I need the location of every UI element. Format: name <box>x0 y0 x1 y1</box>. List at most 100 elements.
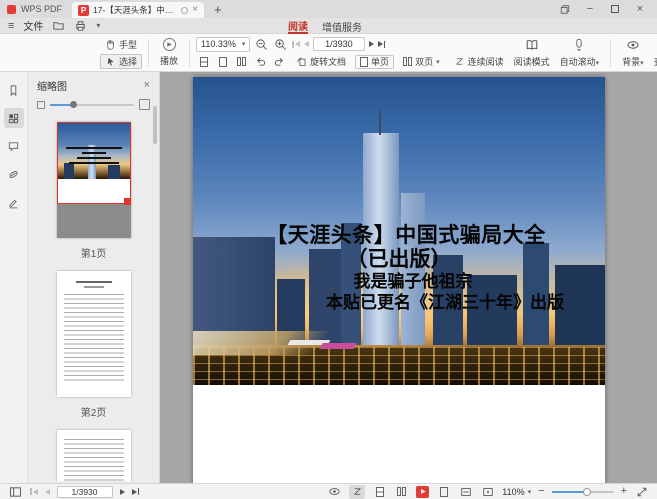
eye-icon <box>626 38 640 52</box>
titlebar: WPS PDF P 17-【天涯头条】中国式骗局 × + − × <box>0 0 657 18</box>
play-slideshow-button[interactable]: ▶ <box>416 486 429 498</box>
tab-value-added-services[interactable]: 增值服务 <box>322 18 362 34</box>
thumbnail-page-1[interactable] <box>57 122 131 238</box>
comments-panel-button[interactable] <box>4 136 24 156</box>
chevron-down-icon: ▾ <box>596 60 600 67</box>
continuous-reading-button[interactable]: 连续阅读 <box>449 55 509 69</box>
page-number-input[interactable] <box>57 486 113 498</box>
find-button[interactable]: 查找 <box>649 38 657 68</box>
file-menu[interactable]: 文件 <box>23 18 43 33</box>
actual-size-button[interactable] <box>480 485 495 499</box>
continuous-icon <box>352 486 363 497</box>
attachment-icon <box>7 168 20 181</box>
zoom-slider-handle[interactable] <box>583 488 591 496</box>
attachments-panel-button[interactable] <box>4 164 24 184</box>
hand-icon <box>105 39 116 50</box>
previous-page-button[interactable] <box>304 41 309 47</box>
comment-icon <box>7 140 20 153</box>
fit-page-button[interactable] <box>436 485 451 499</box>
play-circle-icon: ▶ <box>163 38 176 51</box>
quick-access-chevron-icon[interactable]: ▾ <box>96 21 100 30</box>
book-icon <box>525 38 539 52</box>
hand-tool-button[interactable]: 手型 <box>100 37 142 52</box>
doc-title-line-3: 我是骗子他祖宗 <box>207 271 605 292</box>
doc-title-line-2: （已出版） <box>193 247 605 271</box>
play-slideshow-button[interactable]: ▶ 播放 <box>155 38 183 67</box>
reading-mode-button[interactable]: 阅读模式 <box>509 38 555 68</box>
actual-size-button[interactable] <box>196 55 211 69</box>
chevron-down-icon: ▾ <box>242 40 246 48</box>
thumbnails-panel: 缩略图 × <box>28 72 160 483</box>
fit-width-button[interactable] <box>458 485 473 499</box>
new-tab-button[interactable]: + <box>214 3 222 16</box>
double-page-view-button[interactable] <box>394 485 409 499</box>
chevron-down-icon: ▾ <box>640 60 644 67</box>
zoom-level-dropdown[interactable]: 110.33% ▾ <box>196 37 250 52</box>
first-page-button[interactable] <box>30 488 38 495</box>
thumbnail-2-label: 第2页 <box>81 404 107 419</box>
toggle-sidebar-button[interactable] <box>8 485 23 499</box>
document-viewer[interactable]: 【天涯头条】中国式骗局大全 （已出版） 我是骗子他祖宗 本贴已更名《江湖三十年》… <box>160 72 657 483</box>
zoom-out-button[interactable]: − <box>538 486 544 497</box>
fit-width-button[interactable] <box>215 55 230 69</box>
next-page-button[interactable] <box>369 41 374 47</box>
doc-title-line-1: 【天涯头条】中国式骗局大全 <box>200 223 605 247</box>
zoom-in-button[interactable] <box>273 37 288 51</box>
auto-scroll-button[interactable]: 自动滚动▾ <box>555 38 605 68</box>
thumbnail-page-2[interactable] <box>57 271 131 397</box>
thumbnail-size-slider[interactable] <box>50 104 134 106</box>
slider-handle[interactable] <box>70 101 77 108</box>
tab-reading[interactable]: 阅读 <box>288 18 308 34</box>
zoom-out-button[interactable] <box>254 37 269 51</box>
thumbnail-page-3[interactable] <box>57 430 131 481</box>
single-page-icon <box>360 57 368 67</box>
thumbnails-icon <box>7 112 20 125</box>
last-page-button[interactable] <box>132 488 140 495</box>
single-page-view-button[interactable] <box>372 485 387 499</box>
visible-area-indicator <box>57 122 131 204</box>
previous-view-button[interactable] <box>253 55 268 69</box>
last-page-button[interactable] <box>378 41 386 48</box>
select-tool-button[interactable]: 选择 <box>100 54 142 69</box>
panel-scrollbar[interactable] <box>153 106 157 144</box>
signature-panel-button[interactable] <box>4 192 24 212</box>
panel-close-icon[interactable]: × <box>144 80 150 91</box>
doc-title-line-4: 本贴已更名《江湖三十年》出版 <box>239 292 605 313</box>
thumbnails-panel-button[interactable] <box>4 108 24 128</box>
next-view-button[interactable] <box>272 55 287 69</box>
close-window-icon[interactable]: × <box>635 4 645 14</box>
restore-window-icon[interactable] <box>560 4 570 14</box>
single-page-mode-button[interactable]: 单页 <box>355 55 394 69</box>
background-button[interactable]: 背景▾ <box>617 38 649 68</box>
document-tab[interactable]: P 17-【天涯头条】中国式骗局 × <box>72 2 204 18</box>
zoom-slider[interactable] <box>552 491 614 493</box>
document-page-image: 【天涯头条】中国式骗局大全 （已出版） 我是骗子他祖宗 本贴已更名《江湖三十年》… <box>193 77 605 385</box>
zoom-level-dropdown[interactable]: 110% ▾ <box>502 487 531 497</box>
next-page-button[interactable] <box>120 489 125 495</box>
pdf-page-1[interactable]: 【天涯头条】中国式骗局大全 （已出版） 我是骗子他祖宗 本贴已更名《江湖三十年》… <box>193 77 605 483</box>
main-menu-icon[interactable]: ≡ <box>8 20 14 32</box>
minimize-icon[interactable]: − <box>585 4 595 14</box>
tab-close-icon[interactable]: × <box>192 5 198 15</box>
double-page-mode-button[interactable]: 双页 ▾ <box>398 55 445 69</box>
eye-icon <box>328 485 341 498</box>
small-thumbnail-icon[interactable] <box>37 101 45 109</box>
fullscreen-button[interactable] <box>634 485 649 499</box>
auto-scroll-icon <box>572 38 586 52</box>
fullscreen-icon <box>636 486 648 498</box>
eye-protection-button[interactable] <box>327 485 342 499</box>
continuous-reading-toggle[interactable] <box>349 485 365 499</box>
maximize-icon[interactable] <box>610 4 620 14</box>
zoom-in-button[interactable]: + <box>621 486 627 497</box>
large-thumbnail-icon[interactable] <box>139 99 150 110</box>
previous-page-button[interactable] <box>45 489 50 495</box>
print-icon[interactable] <box>74 19 87 32</box>
open-file-icon[interactable] <box>52 19 65 32</box>
chevron-down-icon: ▾ <box>528 488 532 496</box>
first-page-button[interactable] <box>292 41 300 48</box>
bookmarks-panel-button[interactable] <box>4 80 24 100</box>
rotate-document-button[interactable]: 旋转文档 <box>291 55 351 69</box>
fit-page-button[interactable] <box>234 55 249 69</box>
page-number-input[interactable] <box>313 37 365 51</box>
bookmark-icon <box>7 84 20 97</box>
